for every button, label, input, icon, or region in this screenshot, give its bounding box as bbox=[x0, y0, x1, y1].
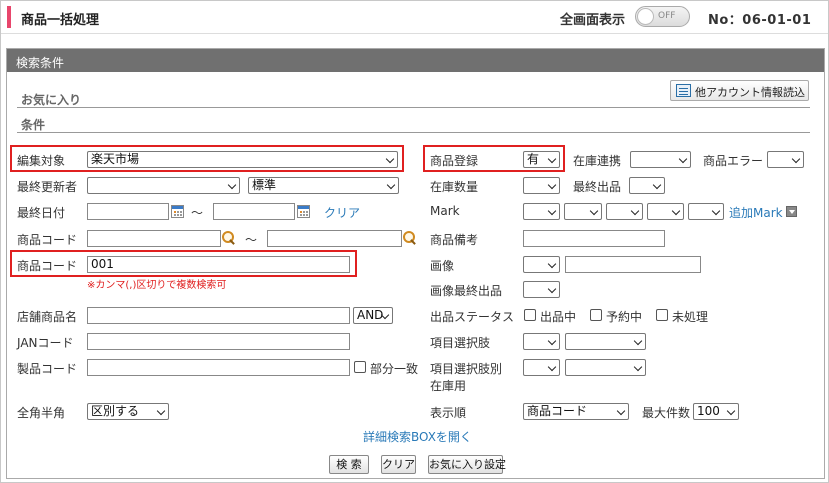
other-account-button-label: 他アカウント情報読込 bbox=[695, 86, 805, 99]
title-accent-bar bbox=[7, 6, 11, 28]
stock-link-label: 在庫連携 bbox=[573, 154, 622, 168]
highlight-product-reg bbox=[423, 145, 565, 172]
mark-select-1[interactable] bbox=[523, 203, 560, 220]
image-last-listing-label: 画像最終出品 bbox=[430, 284, 503, 298]
status-listing-checkbox[interactable] bbox=[524, 309, 536, 321]
status-listing-label: 出品中 bbox=[540, 310, 577, 324]
sort-select[interactable]: 商品コード bbox=[523, 403, 629, 420]
partial-match-checkbox[interactable] bbox=[354, 361, 366, 373]
image-select[interactable] bbox=[523, 256, 560, 273]
mark-select-4[interactable] bbox=[647, 203, 684, 220]
and-or-select[interactable]: AND bbox=[353, 307, 393, 324]
status-unprocessed-label: 未処理 bbox=[672, 310, 709, 324]
document-list-icon bbox=[676, 84, 691, 97]
highlight-product-code bbox=[10, 250, 357, 277]
mark-select-5[interactable] bbox=[688, 203, 724, 220]
toggle-knob bbox=[637, 8, 654, 25]
expand-icon[interactable] bbox=[786, 206, 797, 217]
date-range-tilde: ～ bbox=[191, 206, 204, 220]
sort-label: 表示順 bbox=[430, 406, 467, 420]
max-count-label: 最大件数 bbox=[642, 406, 691, 420]
item-option-select-2[interactable] bbox=[565, 333, 646, 350]
last-updater-label: 最終更新者 bbox=[17, 180, 78, 194]
date-clear-link[interactable]: クリア bbox=[324, 204, 360, 221]
search-icon[interactable] bbox=[222, 231, 236, 245]
last-date-to-input[interactable] bbox=[213, 203, 295, 220]
status-reserved-checkbox[interactable] bbox=[590, 309, 602, 321]
image-last-listing-select[interactable] bbox=[523, 281, 560, 298]
store-product-name-label: 店舗商品名 bbox=[17, 310, 78, 324]
item-option-stock-select-2[interactable] bbox=[565, 359, 646, 376]
title-bar: 商品一括処理 全画面表示 OFF No：06-01-01 bbox=[1, 1, 828, 34]
product-code-note: ※カンマ(,)区切りで複数検索可 bbox=[87, 280, 227, 291]
last-date-label: 最終日付 bbox=[17, 206, 66, 220]
favorites-divider bbox=[17, 107, 810, 108]
panel-header: 検索条件 bbox=[7, 49, 824, 72]
item-option-select-1[interactable] bbox=[523, 333, 560, 350]
product-code-label: 商品コード bbox=[17, 233, 78, 247]
code-range-tilde: ～ bbox=[245, 233, 258, 247]
fullscreen-label: 全画面表示 bbox=[560, 13, 626, 28]
last-listing-label: 最終出品 bbox=[573, 180, 622, 194]
clear-button[interactable]: クリア bbox=[381, 455, 416, 474]
stock-qty-select[interactable] bbox=[523, 177, 560, 194]
product-note-label: 商品備考 bbox=[430, 233, 479, 247]
jan-code-input[interactable] bbox=[87, 333, 350, 350]
page-title: 商品一括処理 bbox=[21, 13, 100, 28]
highlight-edit-target bbox=[10, 145, 404, 172]
item-option-stock-label: 項目選択肢別 bbox=[430, 362, 503, 376]
store-product-name-input[interactable] bbox=[87, 307, 350, 324]
other-account-button[interactable]: 他アカウント情報読込 bbox=[670, 80, 809, 101]
item-option-stock-select-1[interactable] bbox=[523, 359, 560, 376]
status-unprocessed-checkbox[interactable] bbox=[656, 309, 668, 321]
favorites-section-label: お気に入り bbox=[21, 93, 82, 107]
stock-link-select[interactable] bbox=[630, 151, 691, 168]
detail-search-link[interactable]: 詳細検索BOXを開く bbox=[363, 428, 472, 445]
search-icon[interactable] bbox=[403, 231, 417, 245]
fullscreen-toggle[interactable]: OFF bbox=[635, 6, 690, 27]
conditions-section-label: 条件 bbox=[21, 118, 46, 132]
search-button[interactable]: 検 索 bbox=[329, 455, 369, 474]
product-error-select[interactable] bbox=[767, 151, 804, 168]
mark-label: Mark bbox=[430, 204, 460, 218]
last-updater-mode-select[interactable]: 標準 bbox=[248, 177, 399, 194]
image-label: 画像 bbox=[430, 259, 455, 273]
fullhalf-select[interactable]: 区別する bbox=[87, 403, 169, 420]
status-reserved-label: 予約中 bbox=[606, 310, 643, 324]
jan-code-label: JANコード bbox=[17, 336, 74, 350]
fullhalf-label: 全角半角 bbox=[17, 406, 66, 420]
calendar-icon[interactable] bbox=[297, 205, 310, 218]
maker-code-input[interactable] bbox=[87, 359, 350, 376]
product-note-input[interactable] bbox=[523, 230, 665, 247]
item-option-label: 項目選択肢 bbox=[430, 336, 491, 350]
product-error-label: 商品エラー bbox=[703, 154, 764, 168]
max-count-select[interactable]: 100 bbox=[693, 403, 739, 420]
product-code-from-input[interactable] bbox=[87, 230, 221, 247]
mark-select-3[interactable] bbox=[606, 203, 643, 220]
maker-code-label: 製品コード bbox=[17, 362, 78, 376]
favorite-settings-button[interactable]: お気に入り設定 bbox=[428, 455, 506, 474]
page-number: No：06-01-01 bbox=[708, 13, 812, 28]
calendar-icon[interactable] bbox=[171, 205, 184, 218]
partial-match-label: 部分一致 bbox=[370, 362, 419, 376]
image-input[interactable] bbox=[565, 256, 701, 273]
stock-qty-label: 在庫数量 bbox=[430, 180, 479, 194]
item-option-stock-sublabel: 在庫用 bbox=[430, 379, 467, 393]
mark-select-2[interactable] bbox=[564, 203, 602, 220]
last-date-from-input[interactable] bbox=[87, 203, 169, 220]
listing-status-label: 出品ステータス bbox=[430, 310, 515, 324]
last-listing-select[interactable] bbox=[629, 177, 665, 194]
conditions-divider bbox=[17, 132, 810, 133]
add-mark-link[interactable]: 追加Mark bbox=[729, 204, 783, 221]
product-code-to-input[interactable] bbox=[267, 230, 402, 247]
last-updater-select[interactable] bbox=[87, 177, 240, 194]
toggle-state-label: OFF bbox=[658, 11, 676, 21]
